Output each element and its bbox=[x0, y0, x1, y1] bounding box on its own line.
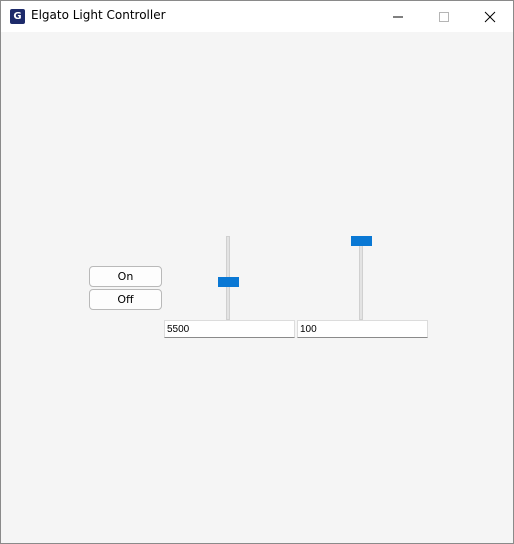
brightness-slider-thumb[interactable] bbox=[351, 236, 372, 246]
minimize-button[interactable] bbox=[375, 1, 421, 32]
minimize-icon bbox=[393, 16, 403, 17]
close-button[interactable] bbox=[467, 1, 513, 32]
title-bar[interactable]: G Elgato Light Controller bbox=[1, 1, 513, 32]
temperature-input[interactable]: 5500 bbox=[164, 320, 295, 338]
close-icon bbox=[484, 11, 496, 22]
elgato-logo-icon: G bbox=[10, 9, 25, 24]
app-window: G Elgato Light Controller On Off 5500 10… bbox=[0, 0, 514, 544]
on-button[interactable]: On bbox=[89, 266, 162, 287]
brightness-input[interactable]: 100 bbox=[297, 320, 428, 338]
maximize-button[interactable] bbox=[421, 1, 467, 32]
off-button[interactable]: Off bbox=[89, 289, 162, 310]
client-area: On Off 5500 100 bbox=[1, 32, 513, 543]
brightness-slider-track[interactable] bbox=[359, 236, 363, 320]
maximize-icon bbox=[439, 11, 449, 22]
window-title: Elgato Light Controller bbox=[31, 8, 166, 22]
temperature-slider-thumb[interactable] bbox=[218, 277, 239, 288]
